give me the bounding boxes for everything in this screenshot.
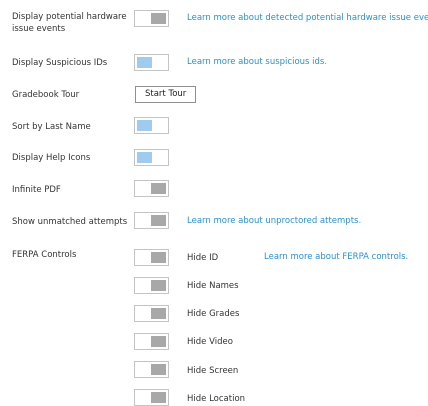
unproctored-attempts-learn-more-link[interactable]: Learn more about unproctored attempts. — [187, 216, 361, 226]
infinite-pdf-label: Infinite PDF — [12, 185, 61, 195]
hide-screen-toggle[interactable] — [134, 361, 169, 378]
toggle-knob — [151, 252, 166, 263]
help-icons-label: Display Help Icons — [12, 153, 91, 163]
ferpa-controls-label: FERPA Controls — [12, 250, 77, 260]
infinite-pdf-toggle[interactable] — [134, 180, 169, 197]
help-icons-toggle[interactable] — [134, 149, 169, 166]
toggle-knob — [151, 364, 166, 375]
toggle-knob — [151, 336, 166, 347]
hide-names-label: Hide Names — [187, 281, 239, 291]
unmatched-attempts-toggle[interactable] — [134, 212, 169, 229]
sort-last-name-toggle[interactable] — [134, 117, 169, 134]
toggle-knob — [151, 183, 166, 194]
hide-grades-toggle[interactable] — [134, 305, 169, 322]
hide-grades-label: Hide Grades — [187, 309, 240, 319]
toggle-knob — [137, 120, 152, 131]
hide-video-toggle[interactable] — [134, 333, 169, 350]
toggle-knob — [151, 280, 166, 291]
toggle-knob — [137, 152, 152, 163]
toggle-knob — [151, 215, 166, 226]
hide-video-label: Hide Video — [187, 337, 233, 347]
gradebook-tour-label: Gradebook Tour — [12, 90, 80, 100]
sort-last-name-label: Sort by Last Name — [12, 122, 91, 132]
suspicious-ids-label: Display Suspicious IDs — [12, 58, 108, 68]
suspicious-ids-learn-more-link[interactable]: Learn more about suspicious ids. — [187, 57, 327, 67]
suspicious-ids-toggle[interactable] — [134, 54, 169, 71]
start-tour-button[interactable]: Start Tour — [135, 86, 197, 103]
hide-location-label: Hide Location — [187, 394, 246, 404]
toggle-knob — [151, 308, 166, 319]
unmatched-attempts-label: Show unmatched attempts — [12, 217, 128, 227]
ferpa-learn-more-link[interactable]: Learn more about FERPA controls. — [264, 252, 408, 262]
hide-id-label: Hide ID — [187, 253, 219, 263]
hide-names-toggle[interactable] — [134, 277, 169, 294]
toggle-knob — [137, 57, 152, 68]
toggle-knob — [151, 13, 166, 24]
hide-location-toggle[interactable] — [134, 389, 169, 406]
hardware-events-learn-more-link[interactable]: Learn more about detected potential hard… — [187, 13, 428, 23]
hide-id-toggle[interactable] — [134, 249, 169, 266]
hardware-events-label: Display potential hardware issue events — [12, 12, 127, 34]
toggle-knob — [151, 392, 166, 403]
hide-screen-label: Hide Screen — [187, 366, 239, 376]
hardware-events-toggle[interactable] — [134, 10, 169, 27]
